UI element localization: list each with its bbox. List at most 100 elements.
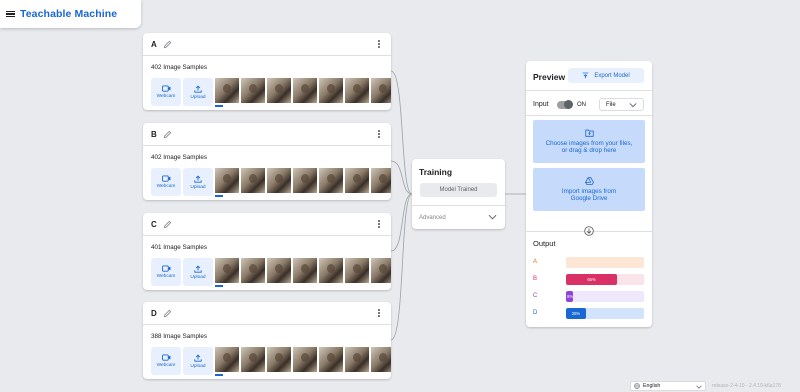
sample-thumbnail[interactable] [345, 258, 369, 283]
sample-thumbnail[interactable] [215, 78, 239, 103]
confidence-percent: 9% [567, 293, 574, 299]
app-title[interactable]: Teachable Machine [20, 8, 117, 20]
language-select[interactable]: English [630, 381, 706, 391]
thumbnail-scrollbar[interactable] [215, 195, 223, 197]
input-source-select[interactable]: File [599, 98, 644, 111]
upload-label: Upload [190, 274, 206, 280]
sample-thumbnails[interactable] [215, 347, 391, 372]
toggle-state: ON [577, 102, 586, 108]
arrow-down-circle-icon [584, 226, 594, 236]
upload-button[interactable]: Upload [183, 347, 213, 375]
sample-thumbnail[interactable] [293, 78, 317, 103]
advanced-toggle[interactable]: Advanced [419, 215, 446, 221]
language-value: English [643, 383, 661, 389]
sample-thumbnail[interactable] [371, 258, 391, 283]
sample-thumbnail[interactable] [345, 168, 369, 193]
webcam-label: Webcam [156, 184, 176, 189]
sample-thumbnail[interactable] [293, 347, 317, 372]
input-source-value: File [606, 101, 616, 108]
output-row-a: A [533, 257, 645, 268]
sample-thumbnail[interactable] [215, 168, 239, 193]
sample-thumbnail[interactable] [241, 168, 265, 193]
sample-thumbnail[interactable] [241, 258, 265, 283]
menu-icon[interactable] [6, 10, 15, 18]
output-class-label: C [533, 293, 538, 299]
toggle-knob [564, 100, 573, 109]
sample-count: 401 Image Samples [151, 244, 208, 251]
webcam-button[interactable]: Webcam [151, 78, 181, 106]
sample-thumbnail[interactable] [371, 78, 391, 103]
class-card-a: A 402 Image Samples Webcam Upload [143, 33, 391, 110]
sample-thumbnail[interactable] [345, 347, 369, 372]
more-options-icon[interactable] [375, 219, 383, 229]
class-name[interactable]: D [151, 309, 157, 318]
file-drop-zone[interactable]: Choose images from your files, or drag & … [533, 120, 645, 163]
sample-thumbnail[interactable] [293, 258, 317, 283]
sample-thumbnail[interactable] [319, 258, 343, 283]
export-model-button[interactable]: Export Model [568, 68, 644, 83]
class-card-c: C 401 Image Samples Webcam Upload [143, 213, 391, 290]
sample-count: 402 Image Samples [151, 64, 208, 71]
confidence-bar: 25% [566, 308, 644, 319]
input-toggle[interactable] [557, 100, 573, 109]
webcam-button[interactable]: Webcam [151, 258, 181, 286]
sample-thumbnail[interactable] [319, 78, 343, 103]
upload-icon [194, 84, 202, 93]
output-row-b: B 65% [533, 274, 645, 285]
sample-thumbnails[interactable] [215, 78, 391, 103]
class-card-b: B 402 Image Samples Webcam Upload [143, 123, 391, 200]
sample-thumbnail[interactable] [215, 347, 239, 372]
sample-thumbnail[interactable] [215, 258, 239, 283]
thumbnail-scrollbar[interactable] [215, 285, 223, 287]
webcam-button[interactable]: Webcam [151, 168, 181, 196]
sample-thumbnail[interactable] [267, 168, 291, 193]
sample-thumbnail[interactable] [319, 168, 343, 193]
upload-icon [194, 174, 202, 183]
webcam-button[interactable]: Webcam [151, 347, 181, 375]
more-options-icon[interactable] [375, 308, 383, 318]
class-card-header: A [143, 33, 391, 56]
input-label: Input [533, 101, 549, 108]
sample-thumbnail[interactable] [241, 347, 265, 372]
upload-button[interactable]: Upload [183, 168, 213, 196]
preview-panel: Preview Export Model Input ON File Choos… [526, 61, 652, 327]
pencil-icon[interactable] [163, 129, 173, 139]
sample-thumbnail[interactable] [241, 78, 265, 103]
sample-thumbnail[interactable] [319, 347, 343, 372]
preview-title: Preview [533, 72, 566, 82]
app-header: Teachable Machine [0, 0, 141, 28]
sample-thumbnails[interactable] [215, 168, 391, 193]
output-class-label: B [533, 276, 538, 282]
webcam-label: Webcam [156, 363, 176, 368]
class-name[interactable]: B [151, 130, 157, 139]
upload-button[interactable]: Upload [183, 78, 213, 106]
train-model-button[interactable]: Model Trained [420, 183, 497, 197]
sample-thumbnail[interactable] [371, 168, 391, 193]
export-label: Export Model [594, 72, 630, 79]
chevron-down-icon[interactable] [488, 214, 497, 220]
class-name[interactable]: C [151, 220, 157, 229]
pencil-icon[interactable] [163, 308, 173, 318]
output-row-c: C 9% [533, 291, 645, 302]
sample-thumbnail[interactable] [267, 258, 291, 283]
class-name[interactable]: A [151, 40, 157, 49]
sample-thumbnail[interactable] [371, 347, 391, 372]
confidence-bar [566, 257, 644, 268]
webcam-label: Webcam [156, 94, 176, 99]
google-drive-import[interactable]: Import images from Google Drive [533, 168, 645, 211]
thumbnail-scrollbar[interactable] [215, 374, 223, 376]
upload-button[interactable]: Upload [183, 258, 213, 286]
more-options-icon[interactable] [375, 129, 383, 139]
sample-thumbnail[interactable] [267, 78, 291, 103]
pencil-icon[interactable] [163, 219, 173, 229]
thumbnail-scrollbar[interactable] [215, 105, 223, 107]
sample-thumbnail[interactable] [267, 347, 291, 372]
sample-thumbnail[interactable] [345, 78, 369, 103]
webcam-icon [161, 85, 170, 92]
chevron-down-icon [696, 385, 702, 389]
sample-thumbnail[interactable] [293, 168, 317, 193]
sample-thumbnails[interactable] [215, 258, 391, 283]
more-options-icon[interactable] [375, 39, 383, 49]
output-class-label: D [533, 310, 538, 316]
pencil-icon[interactable] [163, 39, 173, 49]
